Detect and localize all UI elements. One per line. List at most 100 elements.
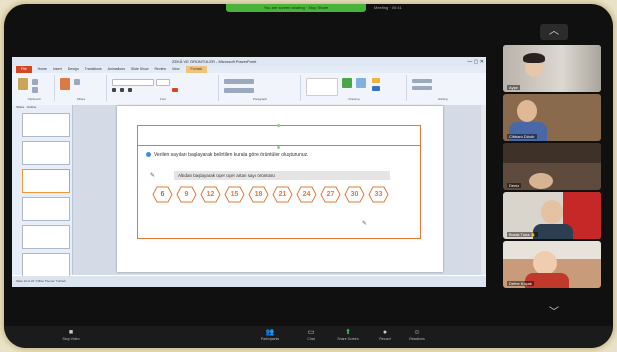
meeting-window: You are screen sharing · Stop Share Meet… — [4, 4, 613, 348]
shapes-gallery-icon[interactable] — [306, 78, 338, 96]
quick-styles-icon[interactable] — [356, 78, 366, 88]
slide-thumbnail[interactable] — [22, 225, 70, 249]
chat-button[interactable]: ▭ Chat — [299, 328, 323, 341]
arrange-icon[interactable] — [342, 78, 352, 88]
tab-file[interactable]: File — [16, 66, 32, 73]
participants-button[interactable]: 👥 Participants — [252, 328, 288, 341]
tab-animations[interactable]: Animations — [108, 66, 125, 73]
pane-tabs: Slides · Outline — [16, 105, 37, 109]
sequence-cell: 30 — [344, 186, 365, 203]
chat-icon: ▭ — [307, 329, 315, 336]
slide-canvas[interactable]: Verilen sayıları başlayarak belirtilen k… — [117, 106, 443, 272]
selection-handle[interactable] — [277, 124, 280, 127]
participant-tile[interactable]: Ayşe — [503, 45, 601, 92]
meeting-toolbar: ■ Stop Video 👥 Participants ▭ Chat ⬆ Sha… — [4, 326, 613, 348]
ribbon-group-slides: Slides — [56, 75, 107, 101]
shape-fill-icon[interactable] — [372, 78, 380, 83]
sequence-cell: 21 — [272, 186, 293, 203]
participant-name: Cihhanı Dövür — [507, 134, 537, 139]
cut-icon[interactable] — [32, 79, 38, 85]
sequence-cell: 12 — [200, 186, 221, 203]
participant-face — [533, 251, 557, 275]
new-slide-icon[interactable] — [60, 78, 70, 90]
bold-icon[interactable] — [112, 88, 116, 92]
tab-slide-show[interactable]: Slide Show — [131, 66, 149, 73]
find-icon[interactable] — [412, 79, 432, 83]
font-size-select[interactable] — [156, 79, 170, 86]
participant-body — [533, 224, 573, 239]
tab-insert[interactable]: Insert — [53, 66, 62, 73]
participant-hair — [523, 53, 545, 63]
stop-video-button[interactable]: ■ Stop Video — [56, 328, 86, 341]
reactions-button[interactable]: ☺ Reactions — [402, 328, 432, 341]
participant-tile[interactable]: Burak Tuna ✋ — [503, 192, 601, 239]
pencil-icon: ✎ — [150, 173, 156, 179]
participant-tile[interactable]: Cihhanı Dövür — [503, 94, 601, 141]
sequence-value: 18 — [254, 191, 263, 198]
sequence-value: 33 — [374, 191, 383, 198]
record-button[interactable]: ● Record — [372, 328, 398, 341]
vertical-scrollbar[interactable] — [481, 105, 486, 275]
chevron-down-icon[interactable]: ﹀ — [540, 306, 568, 320]
slide-thumbnail[interactable] — [22, 113, 70, 137]
tab-review[interactable]: Review — [155, 66, 166, 73]
replace-icon[interactable] — [412, 86, 432, 90]
italic-icon[interactable] — [120, 88, 124, 92]
layout-icon[interactable] — [74, 79, 80, 85]
sequence-value: 15 — [230, 191, 239, 198]
participant-face — [541, 200, 563, 224]
underline-icon[interactable] — [128, 88, 132, 92]
paste-icon[interactable] — [18, 78, 28, 90]
ribbon: Clipboard Slides Font Paragraph Drawing … — [12, 73, 486, 106]
align-icon[interactable] — [224, 88, 254, 93]
orange-frame: Verilen sayıları başlayarak belirtilen k… — [137, 124, 421, 239]
chevron-up-icon[interactable]: ︿ — [540, 24, 568, 40]
ribbon-group-label: Clipboard — [27, 97, 41, 101]
sequence-value: 6 — [160, 191, 165, 198]
screen-share-banner[interactable]: You are screen sharing · Stop Share — [226, 4, 366, 12]
participant-name: Burak Tuna ✋ — [507, 232, 538, 237]
slide-thumbnail[interactable] — [22, 197, 70, 221]
question-text: Verilen sayıları başlayarak belirtilen k… — [154, 152, 309, 158]
reactions-icon: ☺ — [413, 329, 421, 336]
participant-name: Deniz — [507, 183, 522, 188]
tab-view[interactable]: View — [172, 66, 180, 73]
ppt-titlebar: ZEKÂ VE ÖRÜNTÜLER - Microsoft PowerPoint… — [12, 57, 486, 66]
pane-tab-slides[interactable]: Slides — [16, 105, 24, 109]
tab-transitions[interactable]: Transitions — [85, 66, 102, 73]
copy-icon[interactable] — [32, 87, 38, 93]
video-background — [503, 143, 601, 163]
slide-thumbnail[interactable] — [22, 253, 70, 277]
share-screen-button[interactable]: ⬆ Share Screen — [331, 328, 365, 341]
shape-outline-icon[interactable] — [372, 86, 380, 91]
sequence-row: 6 9 12 15 18 21 24 27 30 33 — [152, 186, 389, 203]
font-color-icon[interactable] — [172, 88, 178, 92]
sequence-value: 12 — [206, 191, 215, 198]
slide-editing-area: Verilen sayıları başlayarak belirtilen k… — [73, 105, 486, 275]
slide-thumbnail[interactable] — [22, 141, 70, 165]
pane-tab-outline[interactable]: Outline — [27, 105, 37, 109]
sequence-value: 27 — [326, 191, 335, 198]
font-name-select[interactable] — [112, 79, 154, 86]
ribbon-group-paragraph: Paragraph — [220, 75, 301, 101]
meeting-info: Meeting · 00:41 — [374, 5, 402, 10]
pen-cursor-icon: ✎ — [362, 221, 368, 227]
toolbar-label: Record — [379, 337, 391, 341]
slide-thumbnail[interactable] — [22, 169, 70, 193]
participant-tile[interactable]: Deniz — [503, 143, 601, 190]
participant-tile[interactable]: Defne Koçak — [503, 241, 601, 288]
sequence-value: 21 — [278, 191, 287, 198]
window-controls-icon[interactable]: — ▢ ✕ — [467, 58, 484, 67]
tab-home[interactable]: Home — [38, 66, 47, 73]
participant-name: Defne Koçak — [507, 281, 534, 286]
tab-format[interactable]: Format — [185, 66, 207, 73]
sequence-cell: 33 — [368, 186, 389, 203]
ribbon-group-clipboard: Clipboard — [14, 75, 55, 101]
ribbon-group-label: Editing — [438, 97, 448, 101]
selection-handle[interactable] — [277, 146, 280, 149]
tab-design[interactable]: Design — [68, 66, 79, 73]
ribbon-group-label: Paragraph — [252, 97, 267, 101]
sequence-cell: 6 — [152, 186, 173, 203]
sequence-value: 9 — [184, 191, 189, 198]
bullets-icon[interactable] — [224, 79, 254, 84]
